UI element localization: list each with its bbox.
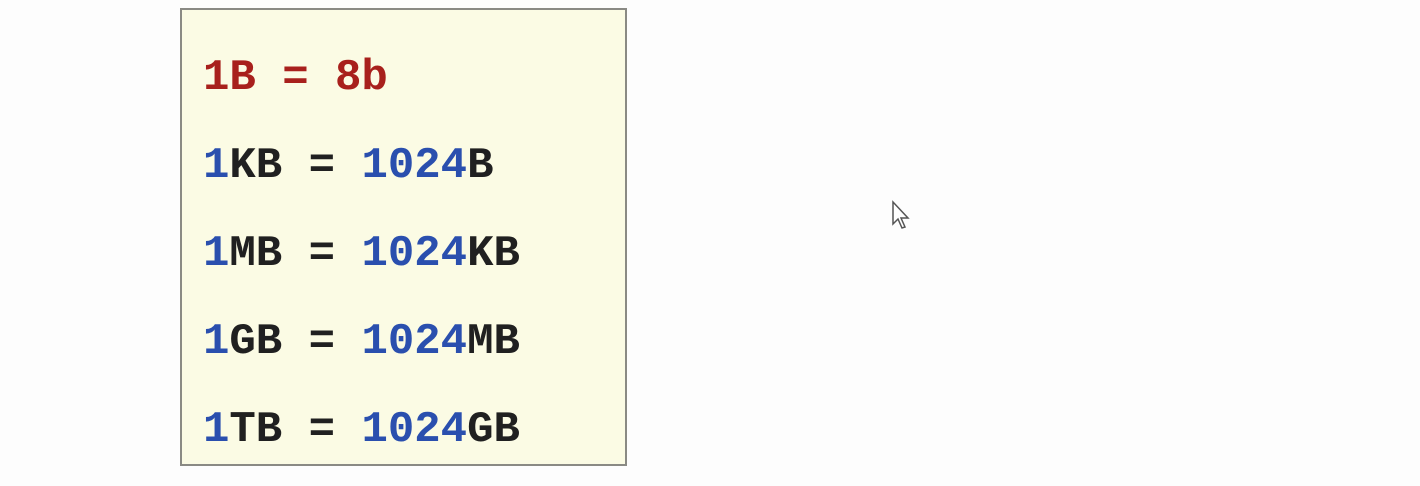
mouse-cursor-icon: [892, 200, 910, 229]
equals: =: [282, 317, 362, 367]
rhs-number: 1024: [361, 229, 468, 279]
rhs-number: 1024: [361, 141, 468, 191]
lhs-unit: MB: [229, 229, 283, 279]
lhs-unit: TB: [229, 405, 283, 455]
lhs-number: 1: [203, 405, 230, 455]
rhs-number: 1024: [361, 317, 468, 367]
rhs-unit: MB: [467, 317, 520, 367]
lhs-unit: GB: [229, 317, 283, 367]
row-byte-bits: 1B = 8b: [203, 56, 388, 100]
lhs-number: 1: [203, 229, 230, 279]
row-mb: 1MB = 1024KB: [203, 232, 520, 276]
rhs: 8b: [335, 53, 388, 103]
equals: =: [282, 229, 362, 279]
equals: =: [255, 53, 336, 103]
row-gb: 1GB = 1024MB: [203, 320, 520, 364]
rhs-unit: B: [467, 141, 494, 191]
lhs-number: 1: [203, 141, 230, 191]
lhs-unit: KB: [229, 141, 283, 191]
unit-conversion-box: 1B = 8b 1KB = 1024B 1MB = 1024KB 1GB = 1…: [180, 8, 627, 466]
rhs-unit: KB: [467, 229, 520, 279]
rhs-number: 1024: [361, 405, 468, 455]
equals: =: [282, 405, 362, 455]
rhs-unit: GB: [467, 405, 520, 455]
row-tb: 1TB = 1024GB: [203, 408, 520, 452]
lhs: 1B: [203, 53, 256, 103]
lhs-number: 1: [203, 317, 230, 367]
equals: =: [282, 141, 362, 191]
row-kb: 1KB = 1024B: [203, 144, 493, 188]
